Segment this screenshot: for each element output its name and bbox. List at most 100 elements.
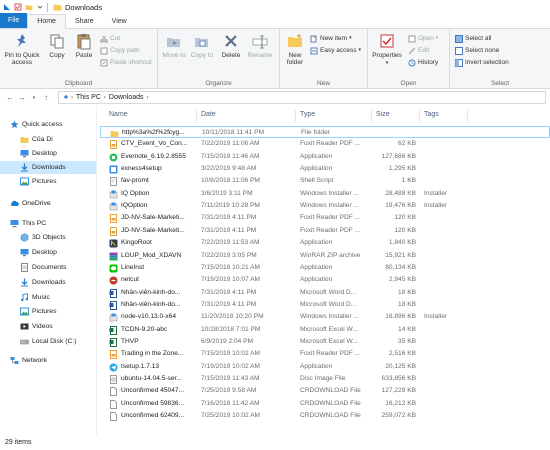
select-none-button[interactable]: Select none [455, 46, 499, 55]
file-row[interactable]: IQ Option 3/6/2019 3:11 PM Windows Install… [100, 188, 550, 200]
new-folder-button[interactable]: New folder [283, 32, 307, 66]
file-row[interactable]: IQOption 7/11/2019 10:28 PM Windows Instal… [100, 200, 550, 212]
file-row[interactable]: THVP 6/9/2019 2:04 PM Microsoft Excel W...… [100, 336, 550, 348]
file-name: LineInst [121, 263, 145, 271]
file-row[interactable]: JD-NV-Sale-Marketi... 7/31/2019 4:11 PM Fo… [100, 225, 550, 237]
pane-divider[interactable] [96, 106, 97, 436]
file-row[interactable]: Evernote_6.19.2.8555 7/15/2019 11:46 AM Ap… [100, 151, 550, 163]
file-row[interactable]: fav-promt 10/8/2018 11:06 PM Shell Script 1… [100, 175, 550, 187]
file-row[interactable]: KingoRoot 7/22/2019 11:53 AM Application 1,… [100, 237, 550, 249]
file-type: File folder [301, 129, 330, 136]
sidebar-item-pictures[interactable]: Pictures [0, 175, 96, 188]
copy-path-button[interactable]: Copy path [100, 46, 140, 55]
history-button[interactable]: History [408, 58, 438, 67]
file-row[interactable]: Nhân-viên-kinh-do... 7/31/2019 4:11 PM Mic… [100, 299, 550, 311]
sidebar-item-downloads[interactable]: Downloads [0, 276, 96, 289]
copy-button[interactable]: Copy [46, 32, 68, 59]
file-row[interactable]: LineInst 7/15/2019 10:21 AM Application 80,… [100, 262, 550, 274]
new-item-button[interactable]: New item ▾ [310, 34, 352, 43]
column-separator[interactable] [295, 110, 296, 122]
column-header-date[interactable]: Date [201, 108, 216, 122]
sidebar-item-videos[interactable]: Videos [0, 320, 96, 333]
column-header-size[interactable]: Size [376, 108, 390, 122]
column-header-name[interactable]: Name [109, 108, 128, 122]
sidebar-item-quick-access[interactable]: Quick access [0, 118, 96, 131]
sidebar-item-network[interactable]: Network [0, 354, 96, 367]
file-row[interactable]: Nhân-viên-kinh-do... 7/31/2019 4:11 PM Mic… [100, 287, 550, 299]
delete-button[interactable]: Delete [220, 32, 242, 59]
breadcrumb-downloads[interactable]: Downloads [109, 94, 144, 101]
tab-view[interactable]: View [103, 15, 136, 28]
file-type: Application [300, 276, 333, 284]
file-row[interactable]: netcut 7/19/2019 10:07 AM Application 2,945… [100, 274, 550, 286]
properties-icon[interactable] [13, 3, 22, 12]
sidebar-item-desktop[interactable]: Desktop [0, 147, 96, 160]
file-row[interactable]: Unconfirmed 62409... 7/25/2019 10:02 AM CR… [100, 410, 550, 422]
pin-to-quick-access-button[interactable]: Pin to Quick access [2, 32, 42, 66]
file-size: 35 KB [398, 337, 416, 345]
sidebar-item-downloads[interactable]: Downloads [0, 161, 96, 174]
breadcrumb-this-pc[interactable]: This PC [76, 94, 101, 101]
file-row[interactable]: CTV_Event_Vo_Con... 7/22/2019 11:06 AM Fox… [100, 138, 550, 150]
file-row[interactable]: http%3a%2f%2fcyg... 10/11/2018 11:41 PM Fi… [100, 126, 550, 138]
tab-file[interactable]: File [0, 13, 28, 28]
sidebar-item-3d-objects[interactable]: 3D Objects [0, 231, 96, 244]
properties-button[interactable]: Properties ▾ [371, 32, 403, 67]
back-arrow-icon[interactable]: ← [4, 92, 16, 104]
file-name: node-v10.13.0-x64 [121, 313, 176, 321]
file-row[interactable]: TCDN-9.20-abc 10/28/2018 7:01 PM Microsoft… [100, 324, 550, 336]
sidebar-item-onedrive[interactable]: OneDrive [0, 197, 96, 210]
copy-to-button[interactable]: Copy to [190, 32, 214, 59]
sidebar-item-desktop[interactable]: Desktop [0, 246, 96, 259]
new-item-label: New item [320, 35, 348, 42]
sidebar-item-pictures[interactable]: Pictures [0, 305, 96, 318]
easy-access-button[interactable]: Easy access ▾ [310, 46, 361, 55]
file-row[interactable]: Unconfirmed 59836... 7/16/2019 11:42 AM CR… [100, 398, 550, 410]
file-name: ubuntu-14.04.5-ser... [121, 375, 182, 382]
sidebar-item-label: Documents [32, 264, 67, 271]
title-separator [47, 2, 48, 12]
column-separator[interactable] [371, 110, 372, 122]
quick-access-toolbar-icon[interactable] [2, 3, 11, 12]
column-separator[interactable] [467, 110, 468, 122]
column-header-type[interactable]: Type [300, 108, 315, 122]
rename-button[interactable]: Rename [246, 32, 274, 59]
column-header-tags[interactable]: Tags [424, 108, 439, 122]
address-bar[interactable]: › This PC › Downloads › [58, 91, 546, 104]
select-all-button[interactable]: Select all [455, 34, 491, 43]
file-row[interactable]: LGUP_Mod_XDAVN 7/22/2019 3:05 PM WinRAR ZI… [100, 250, 550, 262]
toolbar-dropdown-icon[interactable] [35, 3, 44, 12]
pictures-icon [20, 177, 29, 186]
cut-button[interactable]: Cut [100, 34, 120, 43]
new-folder-icon[interactable] [24, 3, 33, 12]
tab-home[interactable]: Home [27, 14, 66, 29]
file-row[interactable]: exness4setup 3/22/2019 9:48 AM Application… [100, 163, 550, 175]
file-type: Windows Installer ... [300, 202, 359, 210]
up-arrow-icon[interactable]: ↑ [40, 92, 52, 104]
edit-button[interactable]: Edit [408, 46, 429, 55]
file-row[interactable]: ubuntu-14.04.5-ser... 7/15/2019 11:43 AM D… [100, 373, 550, 385]
file-row[interactable]: tsetup.1.7.13 7/19/2019 10:02 AM Applicati… [100, 361, 550, 373]
sidebar-item-local-disk-c[interactable]: Local Disk (C:) [0, 335, 96, 348]
forward-arrow-icon[interactable]: → [16, 92, 28, 104]
file-row[interactable]: JD-NV-Sale-Marketi... 7/31/2019 4:11 PM Fo… [100, 212, 550, 224]
sidebar-item-c-a-di[interactable]: Của Di [0, 133, 96, 146]
file-row[interactable]: Unconfirmed 45047... 7/25/2019 9:58 AM CRD… [100, 385, 550, 397]
sidebar-item-documents[interactable]: Documents [0, 261, 96, 274]
paste-button[interactable]: Paste [72, 32, 96, 59]
file-size: 80,134 KB [385, 263, 416, 271]
column-separator[interactable] [419, 110, 420, 122]
file-row[interactable]: Trading in the Zone... 7/15/2019 10:02 AM… [100, 348, 550, 360]
file-row[interactable]: node-v10.13.0-x64 11/20/2018 10:20 PM Wind… [100, 311, 550, 323]
file-date: 7/22/2019 3:05 PM [201, 251, 257, 259]
recent-locations-icon[interactable]: ▾ [28, 92, 40, 104]
open-button[interactable]: Open ▾ [408, 34, 438, 43]
column-separator[interactable] [196, 110, 197, 122]
sidebar-item-music[interactable]: Music [0, 291, 96, 304]
sidebar-item-this-pc[interactable]: This PC [0, 217, 96, 230]
invert-selection-button[interactable]: Invert selection [455, 58, 509, 67]
move-to-button[interactable]: Move to [162, 32, 186, 59]
tab-share[interactable]: Share [66, 15, 103, 28]
kingo-icon [109, 239, 118, 248]
paste-shortcut-button[interactable]: Paste shortcut [100, 58, 152, 67]
